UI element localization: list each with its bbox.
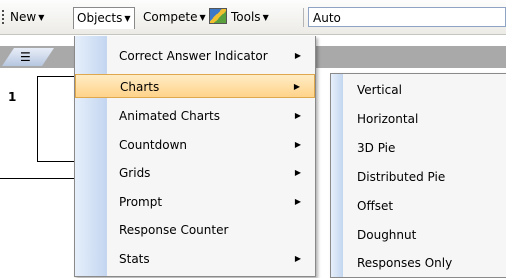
menu-item-response-counter[interactable]: Response Counter xyxy=(75,218,315,242)
auto-value: Auto xyxy=(313,11,341,25)
menu-item-label: Correct Answer Indicator xyxy=(119,49,268,63)
menu-item-vertical[interactable]: Vertical xyxy=(331,78,506,102)
tools-icon xyxy=(209,8,227,24)
menu-item-label: Grids xyxy=(119,166,151,180)
chevron-right-icon: ▶ xyxy=(294,168,301,177)
menu-item-label: Responses Only xyxy=(357,256,453,270)
compete-label: Compete xyxy=(143,10,198,24)
divider xyxy=(0,178,80,179)
menu-item-label: Distributed Pie xyxy=(357,170,446,184)
toolbar-grip-icon[interactable] xyxy=(2,10,4,24)
menu-item-3d-pie[interactable]: 3D Pie xyxy=(331,136,506,160)
chevron-right-icon: ▶ xyxy=(294,51,301,60)
chevron-right-icon: ▶ xyxy=(294,254,301,263)
menu-item-label: Offset xyxy=(357,199,394,213)
tools-menu-button[interactable]: Tools ▼ xyxy=(206,8,272,27)
new-label: New xyxy=(10,10,37,24)
objects-menu-button[interactable]: Objects ▼ xyxy=(73,7,135,29)
toolbar: New ▼ Objects ▼ Compete ▼ Tools ▼ Auto xyxy=(0,0,506,35)
menu-item-label: 3D Pie xyxy=(357,141,396,155)
auto-combo[interactable]: Auto xyxy=(308,7,506,27)
chevron-right-icon: ▶ xyxy=(294,140,301,149)
charts-submenu: Vertical Horizontal 3D Pie Distributed P… xyxy=(330,73,506,278)
slide-number: 1 xyxy=(8,90,17,104)
slides-view-tab[interactable]: ☰ xyxy=(2,48,54,66)
menu-item-horizontal[interactable]: Horizontal xyxy=(331,107,506,131)
menu-item-offset[interactable]: Offset xyxy=(331,194,506,218)
chevron-down-icon: ▼ xyxy=(124,14,131,23)
menu-item-stats[interactable]: Stats ▶ xyxy=(75,247,315,271)
chevron-right-icon: ▶ xyxy=(294,111,301,120)
slide-list-icon: ☰ xyxy=(20,50,31,64)
chevron-down-icon: ▼ xyxy=(199,13,206,22)
menu-item-animated-charts[interactable]: Animated Charts ▶ xyxy=(75,104,315,128)
objects-dropdown-menu: Correct Answer Indicator ▶ Charts ▶ Anim… xyxy=(74,36,316,277)
chevron-down-icon: ▼ xyxy=(38,13,45,22)
menu-item-grids[interactable]: Grids ▶ xyxy=(75,161,315,185)
menu-item-countdown[interactable]: Countdown ▶ xyxy=(75,133,315,157)
objects-label: Objects xyxy=(77,11,123,25)
menu-item-label: Animated Charts xyxy=(119,109,220,123)
menu-item-prompt[interactable]: Prompt ▶ xyxy=(75,190,315,214)
menu-item-doughnut[interactable]: Doughnut xyxy=(331,223,506,247)
chevron-right-icon: ▶ xyxy=(294,197,301,206)
new-menu-button[interactable]: New ▼ xyxy=(7,8,47,27)
menu-item-responses-only[interactable]: Responses Only xyxy=(331,251,506,275)
menu-item-correct-answer-indicator[interactable]: Correct Answer Indicator ▶ xyxy=(75,44,315,68)
menu-item-label: Doughnut xyxy=(357,228,417,242)
menu-item-label: Horizontal xyxy=(357,112,419,126)
menu-item-label: Response Counter xyxy=(119,223,229,237)
menu-item-label: Charts xyxy=(120,80,160,94)
menu-item-label: Prompt xyxy=(119,195,163,209)
compete-menu-button[interactable]: Compete ▼ xyxy=(140,8,209,27)
toolbar-separator xyxy=(303,8,304,27)
chevron-right-icon: ▶ xyxy=(293,82,300,91)
menu-item-label: Countdown xyxy=(119,138,188,152)
menu-item-distributed-pie[interactable]: Distributed Pie xyxy=(331,165,506,189)
tools-label: Tools xyxy=(231,10,261,24)
chevron-down-icon: ▼ xyxy=(262,13,269,22)
menu-item-label: Vertical xyxy=(357,83,402,97)
menu-item-charts[interactable]: Charts ▶ xyxy=(75,74,315,98)
menu-item-label: Stats xyxy=(119,252,150,266)
